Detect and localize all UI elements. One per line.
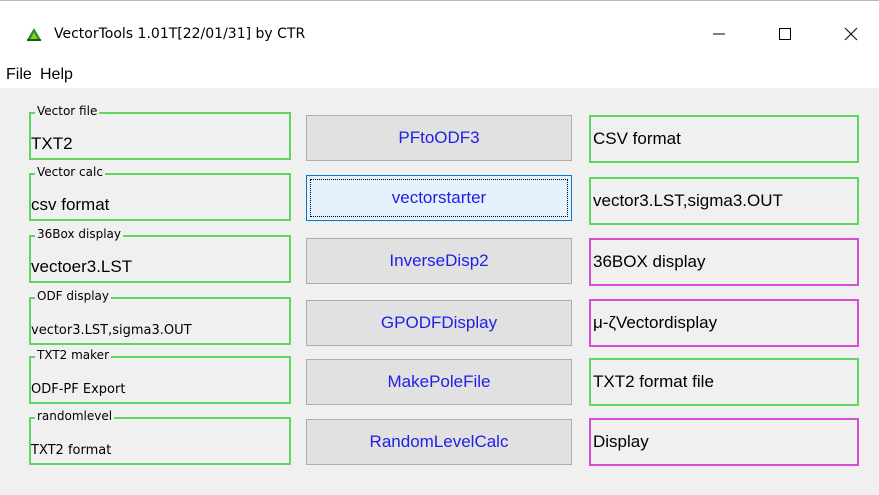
box36-display-box: 36BOX display (589, 238, 859, 286)
focus-ring (310, 179, 568, 217)
txt2-maker-group: TXT2 maker ODF-PF Export (29, 349, 291, 404)
menu-help[interactable]: Help (40, 66, 73, 84)
group-caption: TXT2 maker (35, 348, 111, 362)
group-value: ODF-PF Export (31, 382, 126, 397)
window-top-border (0, 0, 879, 1)
close-button[interactable] (822, 14, 879, 54)
main-panel: Vector file TXT2 Vector calc csv format … (0, 88, 879, 495)
group-caption: Vector calc (35, 165, 105, 179)
maximize-icon (778, 27, 792, 41)
group-caption: Vector file (35, 104, 100, 118)
makepolefile-button[interactable]: MakePoleFile (306, 359, 572, 405)
vector-calc-group: Vector calc csv format (29, 166, 291, 221)
vector3-lst-box: vector3.LST,sigma3.OUT (589, 177, 859, 225)
group-value: vector3.LST,sigma3.OUT (31, 323, 192, 338)
app-icon (26, 27, 42, 41)
group-caption: randomlevel (35, 409, 115, 423)
maximize-button[interactable] (756, 14, 814, 54)
odf-display-group: ODF display vector3.LST,sigma3.OUT (29, 290, 291, 345)
title-bar: VectorTools 1.01T[22/01/31] by CTR (0, 0, 879, 64)
mu-zeta-vectordisplay-box: μ-ζVectordisplay (589, 299, 859, 347)
group-caption: 36Box display (35, 227, 123, 241)
group-caption: ODF display (35, 289, 112, 303)
group-value: TXT2 format (31, 443, 112, 458)
gpodfdisplay-button[interactable]: GPODFDisplay (306, 300, 572, 346)
display-box: Display (589, 418, 859, 466)
vectorstarter-button[interactable]: vectorstarter (306, 175, 572, 221)
menu-file[interactable]: File (6, 66, 32, 84)
randomlevel-group: randomlevel TXT2 format (29, 410, 291, 465)
pftoodf3-button[interactable]: PFtoODF3 (306, 115, 572, 161)
box36-display-group: 36Box display vectoer3.LST (29, 228, 291, 283)
txt2-format-file-box: TXT2 format file (589, 358, 859, 406)
group-value: vectoer3.LST (31, 257, 133, 276)
minimize-icon (712, 27, 726, 41)
window-title: VectorTools 1.01T[22/01/31] by CTR (54, 26, 306, 42)
vector-file-group: Vector file TXT2 (29, 105, 291, 160)
minimize-button[interactable] (690, 14, 748, 54)
csv-format-box: CSV format (589, 115, 859, 163)
group-value: csv format (31, 195, 110, 214)
group-value: TXT2 (31, 134, 73, 153)
close-icon (844, 27, 858, 41)
randomlevelcalc-button[interactable]: RandomLevelCalc (306, 419, 572, 465)
menu-bar: File Help (0, 64, 879, 88)
inversedisp2-button[interactable]: InverseDisp2 (306, 238, 572, 284)
